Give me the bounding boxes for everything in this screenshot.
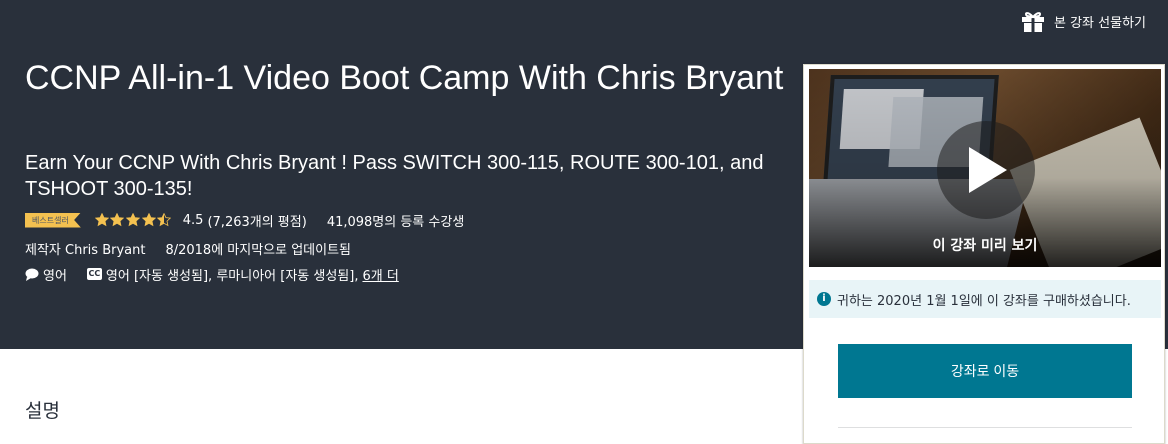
star-icon [141, 213, 156, 227]
enrollment-count: 41,098명의 등록 수강생 [326, 214, 465, 230]
purchase-notice-text: 귀하는 2020년 1월 1일에 이 강좌를 구매하셨습니다. [837, 293, 1131, 309]
speech-bubble-icon [25, 268, 39, 281]
bestseller-badge: 베스트셀러 [25, 212, 81, 228]
course-subtitle: Earn Your CCNP With Chris Bryant ! Pass … [25, 152, 764, 200]
rating-stars [94, 213, 173, 227]
rating-value: 4.5 [182, 212, 204, 228]
course-preview[interactable]: 이 강좌 미리 보기 [809, 69, 1161, 267]
course-author[interactable]: 제작자 Chris Bryant [25, 239, 145, 258]
play-button[interactable] [937, 121, 1035, 219]
gift-label: 본 강좌 선물하기 [1054, 15, 1146, 31]
gift-course-button[interactable]: 본 강좌 선물하기 [1020, 8, 1146, 34]
info-icon: i [817, 292, 831, 306]
rating-row: 베스트셀러 4.5 (7,263개의 평점) 41,098명의 등록 수강생 [25, 210, 464, 230]
star-icon [94, 213, 109, 227]
purchase-notice: i 귀하는 2020년 1월 1일에 이 강좌를 구매하셨습니다. [809, 280, 1161, 318]
divider [838, 427, 1132, 428]
purchase-sidebar: 이 강좌 미리 보기 i 귀하는 2020년 1월 1일에 이 강좌를 구매하셨… [803, 64, 1165, 444]
preview-label: 이 강좌 미리 보기 [932, 238, 1038, 254]
star-icon [126, 213, 140, 227]
go-to-course-button[interactable]: 강좌로 이동 [838, 344, 1132, 398]
play-icon [969, 147, 1007, 193]
more-captions-link[interactable]: 6개 더 [362, 265, 398, 284]
gift-icon [1022, 12, 1044, 32]
author-row: 제작자 Chris Bryant 8/2018에 마지막으로 업데이트됨 [25, 238, 351, 258]
description-heading: 설명 [25, 400, 60, 422]
closed-captions-icon: CC [86, 268, 102, 280]
star-icon [157, 213, 172, 227]
course-title: CCNP All-in-1 Video Boot Camp With Chris… [25, 59, 784, 97]
captions-list: 영어 [자동 생성됨], 루마니아어 [자동 생성됨], [105, 268, 359, 284]
rating-count[interactable]: (7,263개의 평점) [207, 211, 306, 230]
language-row: 영어 CC 영어 [자동 생성됨], 루마니아어 [자동 생성됨], 6개 더 [25, 264, 399, 284]
course-language: 영어 [43, 268, 67, 284]
star-icon [110, 213, 125, 227]
last-updated: 8/2018에 마지막으로 업데이트됨 [165, 242, 352, 258]
